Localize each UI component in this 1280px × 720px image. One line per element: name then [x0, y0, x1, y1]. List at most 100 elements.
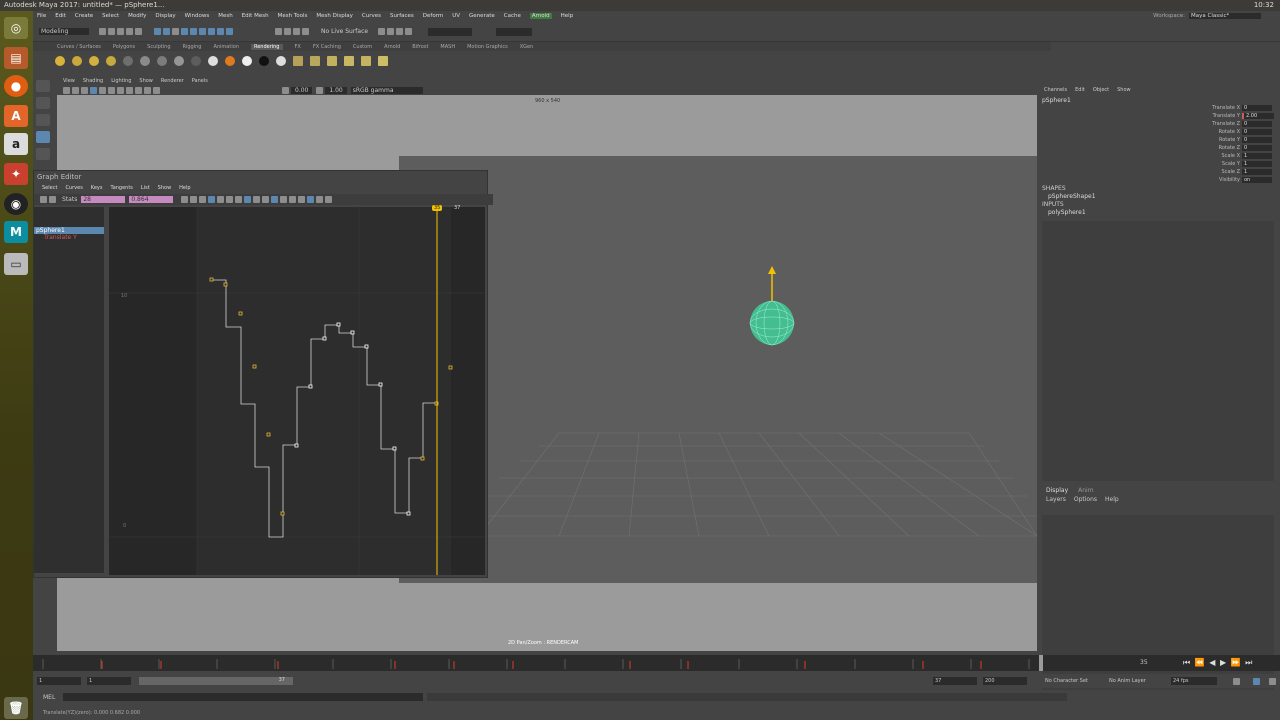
grey-sphere-icon[interactable]: [276, 56, 286, 66]
playback-controls[interactable]: ⏮ ⏪ ◀ ▶ ⏩ ⏭: [1183, 658, 1253, 668]
attr-translate-y[interactable]: Translate Y 2.00: [1130, 113, 1274, 119]
ge-menu-help[interactable]: Help: [179, 185, 190, 191]
volume-light-icon[interactable]: [123, 56, 133, 66]
ge-menu-curves[interactable]: Curves: [65, 185, 82, 191]
playback-end-field[interactable]: 37: [933, 677, 977, 685]
render-region-icon[interactable]: [293, 56, 303, 66]
layer-menu-help[interactable]: Help: [1105, 496, 1119, 503]
stepped-tangent-icon[interactable]: [244, 196, 252, 203]
menu-uv[interactable]: UV: [452, 13, 460, 19]
current-frame-marker[interactable]: 35: [432, 205, 443, 211]
menu-select[interactable]: Select: [102, 13, 119, 19]
trash-icon[interactable]: 🗑: [4, 697, 28, 719]
gamma-icon[interactable]: [316, 87, 324, 94]
gamma-field[interactable]: 1.00: [325, 87, 347, 94]
time-slider[interactable]: 35 ⏮ ⏪ ◀ ▶ ⏩ ⏭: [33, 655, 1280, 671]
layer-menu-options[interactable]: Options: [1074, 496, 1097, 503]
phong-icon[interactable]: [174, 56, 184, 66]
menu-edit[interactable]: Edit: [55, 13, 66, 19]
color-space-dropdown[interactable]: sRGB gamma: [350, 87, 423, 94]
menu-deform[interactable]: Deform: [423, 13, 443, 19]
point-light-icon[interactable]: [55, 56, 65, 66]
open-scene-icon[interactable]: [108, 28, 115, 35]
snap-curve-icon[interactable]: [190, 28, 197, 35]
buffer-curve-icon[interactable]: [298, 196, 306, 203]
attr-scale-y[interactable]: Scale Y1: [1130, 161, 1272, 167]
render-ipr-icon[interactable]: [387, 28, 395, 35]
attr-rotate-x[interactable]: Rotate X0: [1130, 129, 1272, 135]
directional-light-icon[interactable]: [72, 56, 82, 66]
ubuntu-logo-icon[interactable]: ◎: [4, 17, 28, 39]
render-settings-shelf-icon[interactable]: [344, 56, 354, 66]
menu-arnold[interactable]: Arnold: [529, 13, 552, 19]
anim-layer-dropdown[interactable]: No Anim Layer: [1109, 678, 1146, 684]
white-sphere-icon[interactable]: [242, 56, 252, 66]
quick-rename-field[interactable]: [496, 27, 533, 36]
cb-menu-object[interactable]: Object: [1093, 87, 1109, 93]
snap-point-icon[interactable]: [199, 28, 206, 35]
render-view-icon[interactable]: [327, 56, 337, 66]
attr-visibility[interactable]: Visibility on: [1130, 177, 1272, 183]
cb-menu-show[interactable]: Show: [1117, 87, 1131, 93]
menu-surfaces[interactable]: Surfaces: [390, 13, 414, 19]
shelf-tab-sculpting[interactable]: Sculpting: [147, 44, 170, 50]
menu-mesh-tools[interactable]: Mesh Tools: [278, 13, 308, 19]
shadows-icon[interactable]: [135, 87, 142, 94]
menu-edit-mesh[interactable]: Edit Mesh: [242, 13, 269, 19]
light-linking-icon[interactable]: [378, 56, 388, 66]
shelf-tab-curves-surfaces[interactable]: Curves / Surfaces: [57, 44, 101, 50]
shape-node[interactable]: pSphereShape1: [1048, 193, 1096, 200]
attr-rotate-y[interactable]: Rotate Y0: [1130, 137, 1272, 143]
pre-infinity-icon[interactable]: [280, 196, 288, 203]
snap-surface-icon[interactable]: [217, 28, 224, 35]
ge-menu-show[interactable]: Show: [158, 185, 172, 191]
mel-input[interactable]: [63, 693, 423, 701]
files-icon[interactable]: ▤: [4, 47, 28, 69]
camera-select-icon[interactable]: [63, 87, 70, 94]
ge-menu-select[interactable]: Select: [42, 185, 57, 191]
menu-cache[interactable]: Cache: [504, 13, 521, 19]
layer-tab-display[interactable]: Display: [1046, 487, 1068, 494]
drive-icon[interactable]: ▭: [4, 253, 28, 275]
render-frame-icon[interactable]: [378, 28, 386, 35]
shelf-tab-xgen[interactable]: XGen: [520, 44, 534, 50]
shelf-tab-fx[interactable]: FX: [295, 44, 301, 50]
shelf-tab-bifrost[interactable]: Bifrost: [412, 44, 428, 50]
linear-tangent-icon[interactable]: [235, 196, 243, 203]
panel-menu-lighting[interactable]: Lighting: [111, 78, 131, 84]
snap-grid-icon[interactable]: [181, 28, 188, 35]
menu-generate[interactable]: Generate: [469, 13, 495, 19]
menu-modify[interactable]: Modify: [128, 13, 146, 19]
stats-frame-field[interactable]: 28: [81, 196, 126, 203]
ge-menu-tangents[interactable]: Tangents: [110, 185, 132, 191]
current-frame-field[interactable]: 35: [1138, 659, 1174, 666]
trax-icon[interactable]: [325, 196, 333, 203]
attr-translate-z[interactable]: Translate Z0: [1130, 121, 1272, 127]
exposure-icon[interactable]: [282, 87, 289, 94]
range-start-field[interactable]: 1: [37, 677, 81, 685]
normalize-icon[interactable]: [307, 196, 315, 203]
batch-render-icon[interactable]: [310, 56, 320, 66]
playback-start-field[interactable]: 1: [87, 677, 131, 685]
shelf-tab-polygons[interactable]: Polygons: [113, 44, 135, 50]
dope-sheet-icon[interactable]: [316, 196, 324, 203]
attr-scale-x[interactable]: Scale X1: [1130, 153, 1272, 159]
attr-translate-x[interactable]: Translate X0: [1130, 105, 1272, 111]
obs-icon[interactable]: ◉: [4, 193, 28, 215]
shelf-tab-fx-caching[interactable]: FX Caching: [313, 44, 341, 50]
shelf-tab-rigging[interactable]: Rigging: [183, 44, 202, 50]
select-tool-icon[interactable]: [36, 80, 50, 92]
panel-menu-renderer[interactable]: Renderer: [161, 78, 184, 84]
range-slider[interactable]: 37: [139, 677, 293, 685]
select-object-icon[interactable]: [163, 28, 170, 35]
move-tool-icon[interactable]: [36, 131, 50, 143]
area-light-icon[interactable]: [106, 56, 116, 66]
maya-icon[interactable]: M: [4, 221, 28, 243]
white-shader-icon[interactable]: [208, 56, 218, 66]
frame-playback-icon[interactable]: [199, 196, 207, 203]
outliner-item-translate-y[interactable]: Translate Y: [34, 234, 104, 241]
render-settings-icon[interactable]: [396, 28, 404, 35]
shelf-tab-animation[interactable]: Animation: [213, 44, 239, 50]
frame-all-icon[interactable]: [181, 196, 189, 203]
software-center-icon[interactable]: A: [4, 105, 28, 127]
